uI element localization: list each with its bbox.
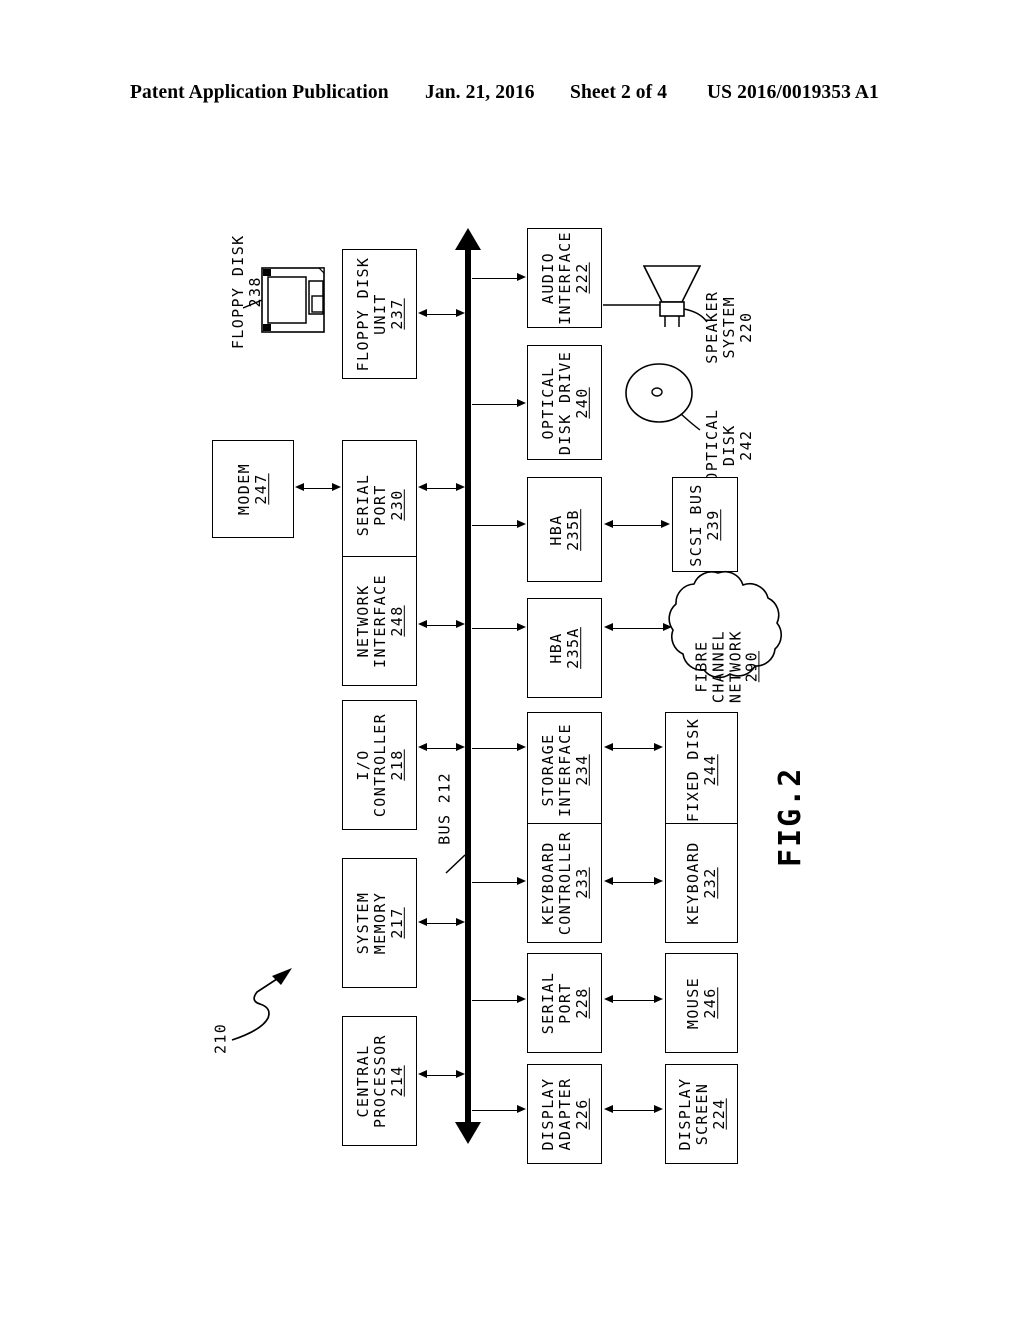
- block-floppy-disk-unit[interactable]: FLOPPY DISK UNIT 237: [342, 249, 417, 379]
- arrow-floppy-unit-right: [456, 309, 465, 317]
- conn-modem-serial230: [304, 488, 334, 489]
- arrow-fcn-right: [663, 623, 672, 631]
- conn-storageif-fixeddisk: [613, 748, 656, 749]
- block-io-controller[interactable]: I/O CONTROLLER 218: [342, 700, 417, 830]
- conn-netif-bus: [427, 625, 458, 626]
- block-modem[interactable]: MODEM 247: [212, 440, 294, 538]
- arrow-fixeddisk-left: [604, 743, 613, 751]
- arrow-netif-left: [418, 620, 427, 628]
- block-fixed-disk[interactable]: FIXED DISK 244: [665, 712, 738, 827]
- conn-serial230-bus: [427, 488, 458, 489]
- bus-leader-line: [445, 854, 466, 874]
- block-serial-port-230[interactable]: SERIAL PORT 230: [342, 440, 417, 570]
- arrow-scsi-right: [661, 520, 670, 528]
- conn-cpu-bus: [427, 1075, 458, 1076]
- arrow-scsi-left: [604, 520, 613, 528]
- conn-bus-serial228: [472, 1000, 518, 1001]
- arrow-mouse-right: [654, 995, 663, 1003]
- arrow-netif-right: [456, 620, 465, 628]
- conn-hba235b-scsi: [613, 525, 663, 526]
- conn-hba235a-fcn: [613, 628, 665, 629]
- conn-bus-hba235b: [472, 525, 518, 526]
- conn-sysmem-bus: [427, 923, 458, 924]
- block-serial-port-228[interactable]: SERIAL PORT 228: [527, 953, 602, 1053]
- conn-bus-optical: [472, 404, 518, 405]
- block-audio-interface[interactable]: AUDIO INTERFACE 222: [527, 228, 602, 328]
- conn-bus-hba235a: [472, 628, 518, 629]
- arrow-cpu-left: [418, 1070, 427, 1078]
- arrow-serial230-left: [418, 483, 427, 491]
- floppy-disk-icon: [242, 267, 325, 333]
- conn-displayadapter-screen: [613, 1110, 656, 1111]
- system-ref-leader: [231, 968, 292, 1041]
- conn-bus-displayadapter: [472, 1110, 518, 1111]
- arrow-hba235b-in: [517, 520, 526, 528]
- arrow-kbdctrl-in: [517, 877, 526, 885]
- arrow-keyboard-left: [604, 877, 613, 885]
- conn-ioctrl-bus: [427, 748, 458, 749]
- speaker-system-icon: [603, 265, 708, 327]
- block-optical-disk-drive[interactable]: OPTICAL DISK DRIVE 240: [527, 345, 602, 460]
- arrow-fixeddisk-right: [654, 743, 663, 751]
- arrow-floppy-unit-left: [418, 309, 427, 317]
- block-storage-interface[interactable]: STORAGE INTERFACE 234: [527, 712, 602, 827]
- block-system-memory[interactable]: SYSTEM MEMORY 217: [342, 858, 417, 988]
- arrow-modem-right: [332, 483, 341, 491]
- conn-floppy-unit-bus: [427, 314, 458, 315]
- arrow-optical-in: [517, 399, 526, 407]
- callout-speaker-system: SPEAKER SYSTEM 220: [702, 290, 755, 364]
- arrow-keyboard-right: [654, 877, 663, 885]
- block-display-adapter[interactable]: DISPLAY ADAPTER 226: [527, 1064, 602, 1164]
- arrow-ioctrl-right: [456, 743, 465, 751]
- fibre-channel-network-cloud: [668, 570, 782, 679]
- block-hba-235a[interactable]: HBA 235A: [527, 598, 602, 698]
- conn-serial228-mouse: [613, 1000, 656, 1001]
- block-mouse[interactable]: MOUSE 246: [665, 953, 738, 1053]
- arrow-audio-in: [517, 273, 526, 281]
- block-keyboard-controller[interactable]: KEYBOARD CONTROLLER 233: [527, 823, 602, 943]
- arrow-sysmem-right: [456, 918, 465, 926]
- system-ref-number: 210: [211, 1022, 230, 1055]
- arrow-fcn-left: [604, 623, 613, 631]
- block-keyboard[interactable]: KEYBOARD 232: [665, 823, 738, 943]
- arrow-displayscreen-right: [654, 1105, 663, 1113]
- optical-disk-icon: [625, 363, 701, 431]
- arrow-mouse-left: [604, 995, 613, 1003]
- block-hba-235b[interactable]: HBA 235B: [527, 477, 602, 582]
- callout-floppy-disk: FLOPPY DISK 238: [229, 234, 264, 350]
- arrow-modem-left: [295, 483, 304, 491]
- block-display-screen[interactable]: DISPLAY SCREEN 224: [665, 1064, 738, 1164]
- conn-bus-storageif: [472, 748, 518, 749]
- bus-label: BUS 212: [435, 771, 454, 845]
- arrow-displayadapter-in: [517, 1105, 526, 1113]
- arrow-serial230-right: [456, 483, 465, 491]
- arrow-cpu-right: [456, 1070, 465, 1078]
- bus-arrow-bottom: [455, 1122, 481, 1144]
- conn-bus-kbdctrl: [472, 882, 518, 883]
- arrow-hba235a-in: [517, 623, 526, 631]
- block-scsi-bus[interactable]: SCSI BUS 239: [672, 477, 738, 572]
- arrow-sysmem-left: [418, 918, 427, 926]
- block-central-processor[interactable]: CENTRAL PROCESSOR 214: [342, 1016, 417, 1146]
- arrow-ioctrl-left: [418, 743, 427, 751]
- figure-2-diagram: BUS 212 210 FLOPPY DISK UNIT 237 SERIAL …: [0, 0, 1024, 1320]
- figure-label: FIG.2: [773, 766, 809, 867]
- block-network-interface[interactable]: NETWORK INTERFACE 248: [342, 556, 417, 686]
- conn-kbdctrl-keyboard: [613, 882, 656, 883]
- conn-bus-audio: [472, 278, 518, 279]
- arrow-serial228-in: [517, 995, 526, 1003]
- system-bus-line: [465, 247, 471, 1124]
- arrow-storageif-in: [517, 743, 526, 751]
- arrow-displayscreen-left: [604, 1105, 613, 1113]
